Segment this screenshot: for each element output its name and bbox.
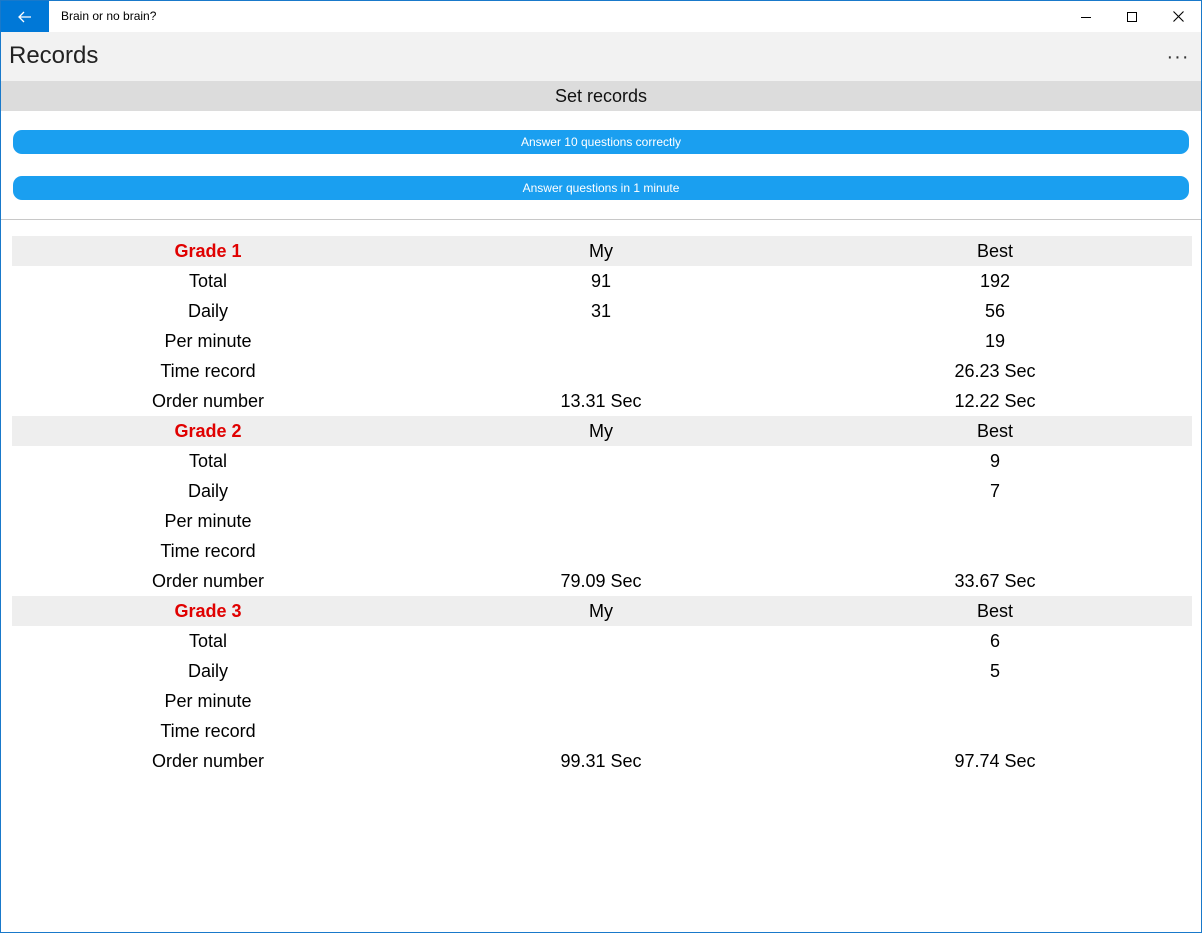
arrow-left-icon <box>18 11 31 22</box>
column-my: My <box>589 421 613 441</box>
my-value <box>404 716 798 746</box>
grade-header-row: Grade 3 My Best <box>12 596 1192 626</box>
table-row: Daily 5 <box>12 656 1192 686</box>
table-row: Total 91 192 <box>12 266 1192 296</box>
page-header: Records ··· <box>1 32 1201 81</box>
best-value <box>798 686 1192 716</box>
table-row: Total 9 <box>12 446 1192 476</box>
close-button[interactable] <box>1155 1 1201 32</box>
grade-label: Grade 3 <box>174 601 242 621</box>
best-value: 97.74 Sec <box>954 751 1036 771</box>
my-value <box>404 626 798 656</box>
my-value: 79.09 Sec <box>560 571 642 591</box>
row-label: Order number <box>151 571 265 591</box>
best-value: 33.67 Sec <box>954 571 1036 591</box>
column-best: Best <box>976 421 1014 441</box>
row-label: Per minute <box>164 691 252 711</box>
my-value <box>404 506 798 536</box>
table-row: Daily 7 <box>12 476 1192 506</box>
table-row: Time record <box>12 716 1192 746</box>
maximize-icon <box>1127 11 1137 22</box>
column-best: Best <box>976 601 1014 621</box>
column-best: Best <box>976 241 1014 261</box>
grade-label: Grade 1 <box>174 241 242 261</box>
table-row: Total 6 <box>12 626 1192 656</box>
table-row: Per minute <box>12 686 1192 716</box>
table-row: Order number 99.31 Sec 97.74 Sec <box>12 746 1192 776</box>
my-value: 13.31 Sec <box>560 391 642 411</box>
my-value <box>404 536 798 566</box>
title-bar: Brain or no brain? <box>1 1 1201 32</box>
minimize-icon <box>1081 16 1091 18</box>
grade-header-row: Grade 1 My Best <box>12 236 1192 266</box>
best-value <box>798 506 1192 536</box>
column-my: My <box>589 241 613 261</box>
best-value: 56 <box>984 301 1006 321</box>
row-label: Per minute <box>164 331 252 351</box>
best-value: 5 <box>989 661 1000 681</box>
best-value <box>798 536 1192 566</box>
row-label: Daily <box>187 301 228 321</box>
row-label: Daily <box>187 481 228 501</box>
back-button[interactable] <box>1 1 49 32</box>
best-value: 6 <box>989 631 1000 651</box>
grade-label: Grade 2 <box>174 421 242 441</box>
my-value: 99.31 Sec <box>560 751 642 771</box>
row-label: Per minute <box>164 511 252 531</box>
table-row: Daily 31 56 <box>12 296 1192 326</box>
table-row: Per minute <box>12 506 1192 536</box>
page-title: Records <box>9 42 99 69</box>
my-value: 31 <box>590 301 612 321</box>
table-row: Order number 79.09 Sec 33.67 Sec <box>12 566 1192 596</box>
best-value: 26.23 Sec <box>954 361 1036 381</box>
best-value: 19 <box>984 331 1006 351</box>
best-value: 7 <box>989 481 1000 501</box>
my-value <box>404 686 798 716</box>
table-row: Time record <box>12 536 1192 566</box>
row-label: Order number <box>151 391 265 411</box>
my-value: 91 <box>590 271 612 291</box>
table-row: Per minute 19 <box>12 326 1192 356</box>
minimize-button[interactable] <box>1063 1 1109 32</box>
answer-10-questions-button[interactable]: Answer 10 questions correctly <box>13 130 1189 154</box>
row-label: Time record <box>160 721 256 741</box>
row-label: Total <box>188 271 228 291</box>
table-row: Order number 13.31 Sec 12.22 Sec <box>12 386 1192 416</box>
grade-header-row: Grade 2 My Best <box>12 416 1192 446</box>
best-value: 12.22 Sec <box>954 391 1036 411</box>
row-label: Order number <box>151 751 265 771</box>
more-options-button[interactable]: ··· <box>1161 42 1195 72</box>
row-label: Total <box>188 451 228 471</box>
best-value: 192 <box>979 271 1011 291</box>
window-title: Brain or no brain? <box>61 9 157 23</box>
records-table: Grade 1 My Best Total 91 192 Daily 31 56… <box>12 236 1192 776</box>
maximize-button[interactable] <box>1109 1 1155 32</box>
my-value <box>404 356 798 386</box>
best-value <box>798 716 1192 746</box>
table-row: Time record 26.23 Sec <box>12 356 1192 386</box>
row-label: Time record <box>160 361 256 381</box>
column-my: My <box>589 601 613 621</box>
my-value <box>404 656 798 686</box>
answer-in-1-minute-button[interactable]: Answer questions in 1 minute <box>13 176 1189 200</box>
my-value <box>404 446 798 476</box>
row-label: Time record <box>160 541 256 561</box>
app-window: Brain or no brain? Records ··· Set recor… <box>0 0 1202 933</box>
row-label: Total <box>188 631 228 651</box>
my-value <box>404 326 798 356</box>
best-value: 9 <box>989 451 1000 471</box>
divider <box>1 219 1201 220</box>
close-icon <box>1172 11 1184 22</box>
section-title: Set records <box>1 81 1201 111</box>
row-label: Daily <box>187 661 228 681</box>
my-value <box>404 476 798 506</box>
